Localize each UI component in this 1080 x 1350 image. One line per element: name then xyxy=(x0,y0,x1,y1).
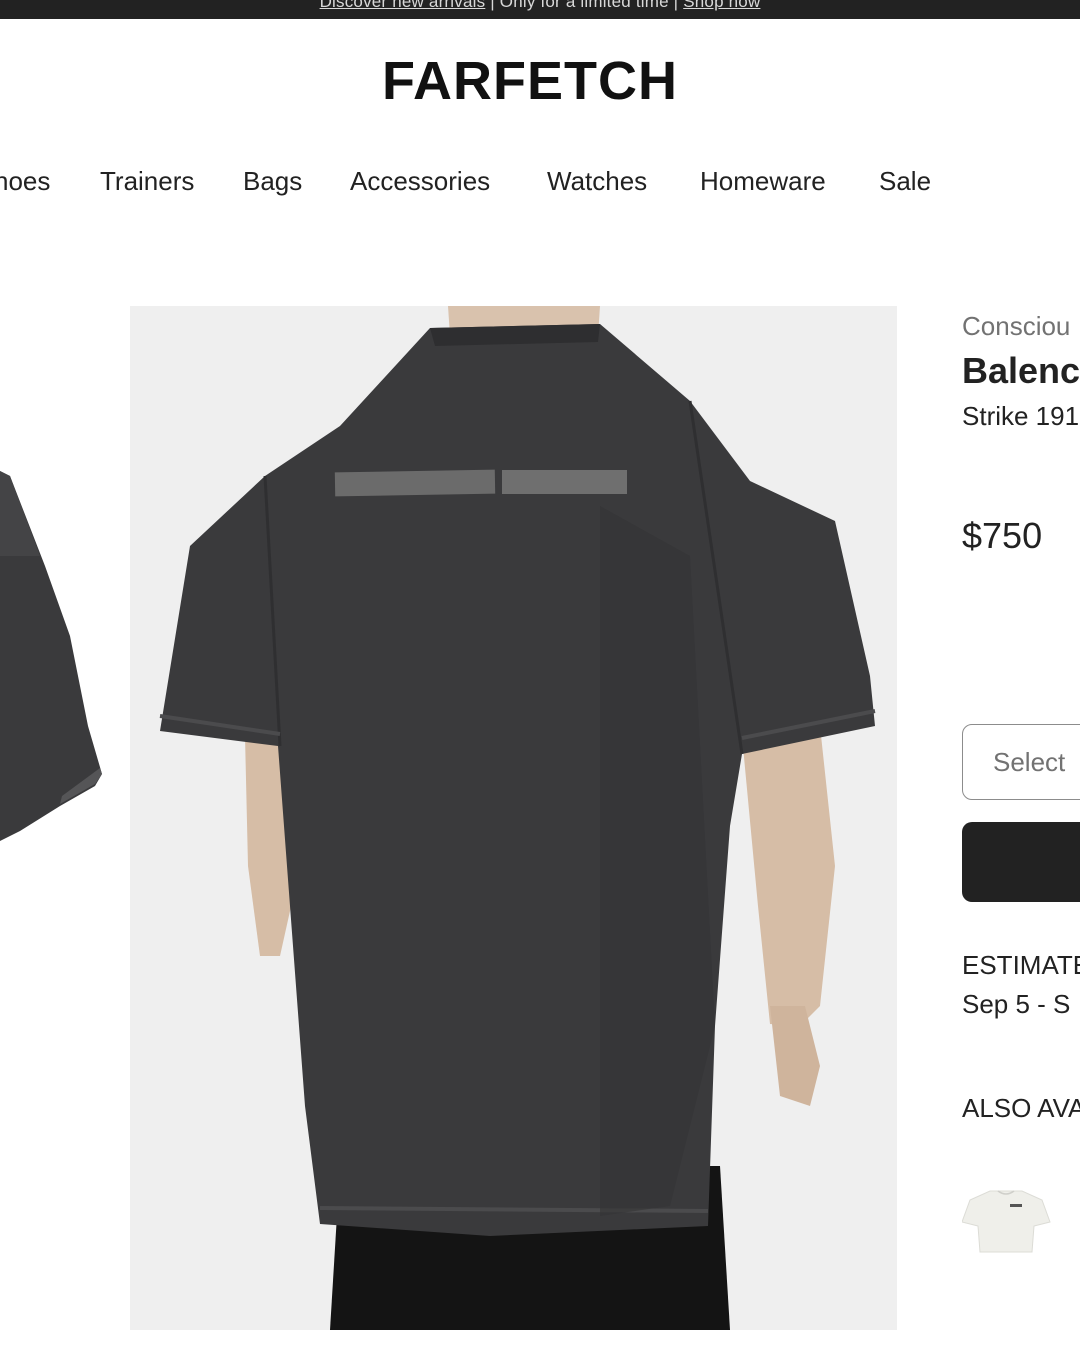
nav-item-homeware[interactable]: Homeware xyxy=(700,166,826,197)
size-select-placeholder: Select xyxy=(993,747,1066,777)
nav-item-trainers[interactable]: Trainers xyxy=(100,166,194,197)
main-product-image[interactable] xyxy=(130,306,897,1330)
delivery-title: ESTIMATE xyxy=(962,950,1080,980)
promo-text-mid: | Only for a limited time | xyxy=(485,0,684,11)
brand-name[interactable]: Balenc xyxy=(962,350,1080,392)
nav-item-accessories[interactable]: Accessories xyxy=(350,166,490,197)
side-thumbnail-image[interactable] xyxy=(0,306,110,1330)
tshirt-front-icon xyxy=(0,306,110,1330)
product-name: Strike 191 xyxy=(962,401,1080,431)
delivery-dates: Sep 5 - S xyxy=(962,989,1071,1019)
nav-item-sale[interactable]: Sale xyxy=(879,166,931,197)
site-logo[interactable]: FARFETCH xyxy=(0,50,1060,112)
white-tshirt-icon xyxy=(961,1186,1052,1256)
category-nav: hoes Trainers Bags Accessories Watches H… xyxy=(0,166,1080,198)
product-price: $750 xyxy=(962,515,1043,556)
tshirt-back-icon xyxy=(130,306,897,1330)
promo-link-right[interactable]: Shop now xyxy=(683,0,760,11)
page-bottom-edge xyxy=(0,1330,1080,1350)
size-select[interactable]: Select xyxy=(962,724,1080,800)
promo-link-left[interactable]: Discover new arrivals xyxy=(320,0,486,11)
promo-banner: Discover new arrivals | Only for a limit… xyxy=(0,0,1080,19)
nav-item-watches[interactable]: Watches xyxy=(547,166,647,197)
nav-item-bags[interactable]: Bags xyxy=(243,166,302,197)
promo-text: Discover new arrivals | Only for a limit… xyxy=(0,0,1080,12)
conscious-label: Consciou xyxy=(962,311,1071,341)
also-available-title: ALSO AVA xyxy=(962,1093,1080,1123)
also-available-thumbnail[interactable] xyxy=(961,1186,1052,1256)
add-to-bag-button[interactable] xyxy=(962,822,1080,902)
product-page: Discover new arrivals | Only for a limit… xyxy=(0,0,1080,1350)
nav-item-shoes[interactable]: hoes xyxy=(0,166,50,197)
